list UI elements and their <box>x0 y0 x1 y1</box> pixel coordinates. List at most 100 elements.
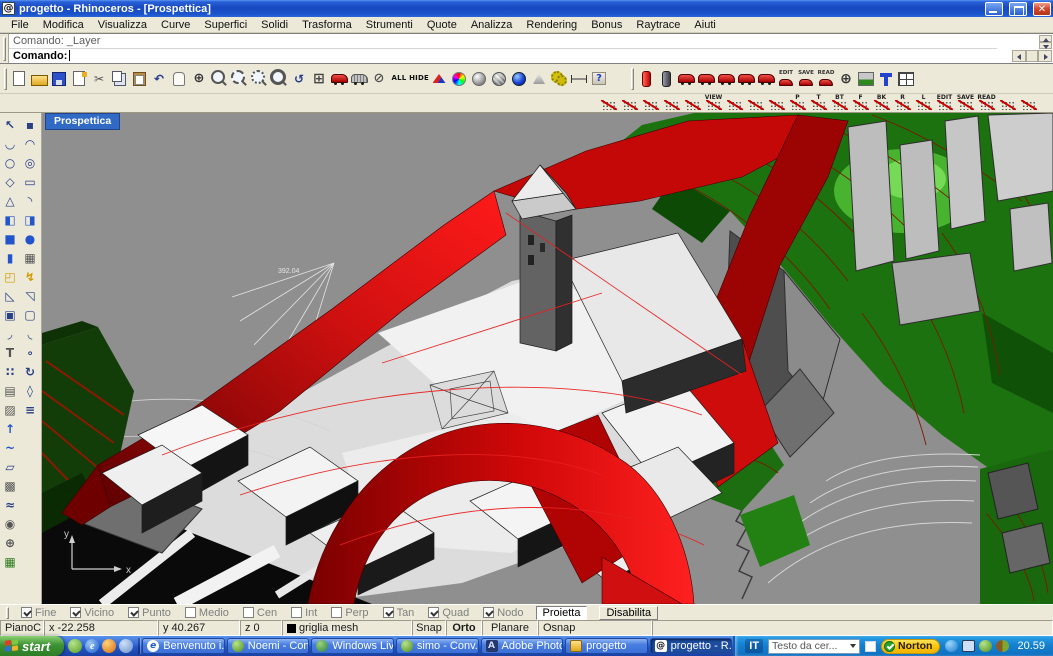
task-photoshop[interactable]: A Adobe Photo... <box>481 638 564 654</box>
rectangle-button[interactable]: ▭ <box>20 172 40 191</box>
toolbar-grip-2[interactable] <box>631 68 634 90</box>
circle-button[interactable]: ○ <box>0 153 20 172</box>
viewport-tab[interactable]: Prospettica <box>45 113 120 130</box>
osnap-toggle[interactable]: Osnap <box>538 620 652 636</box>
panel-layout-button[interactable] <box>897 70 916 88</box>
arc-button[interactable]: ◝ <box>20 191 40 210</box>
search-dropdown-icon[interactable] <box>846 640 859 653</box>
osnap-checkbox[interactable] <box>243 607 254 618</box>
mesh-r-button[interactable]: R <box>893 94 913 112</box>
curve-interp-button[interactable]: ◠ <box>20 134 40 153</box>
paste-button[interactable] <box>130 70 149 88</box>
osnap-1[interactable]: Vicino <box>70 607 114 619</box>
osnap-3[interactable]: Medio <box>185 607 229 619</box>
menu-8[interactable]: Quote <box>420 18 464 32</box>
command-scroll-down[interactable] <box>1039 42 1052 49</box>
osnap-checkbox[interactable] <box>128 607 139 618</box>
zoom-extents-button[interactable] <box>270 70 289 88</box>
copy-button[interactable] <box>110 70 129 88</box>
zoom-window-button[interactable] <box>230 70 249 88</box>
cplane-cell[interactable]: PianoC <box>0 620 44 636</box>
mesh-7-button[interactable] <box>725 94 745 112</box>
task-msn-noemi[interactable]: Noemi - Con... <box>227 638 310 654</box>
osnap-checkbox[interactable] <box>21 607 32 618</box>
osnap-checkbox[interactable] <box>331 607 342 618</box>
surface-corner-button[interactable]: ◨ <box>20 210 40 229</box>
dimension-button[interactable] <box>570 70 589 88</box>
undo-view-button[interactable]: ↺ <box>290 70 309 88</box>
mesh-pick-button[interactable] <box>1019 94 1039 112</box>
new-file-button[interactable] <box>10 70 29 88</box>
osnap-5[interactable]: Int <box>291 607 317 619</box>
menu-1[interactable]: Modifica <box>36 18 91 32</box>
layer-cell[interactable]: griglia mesh <box>282 620 412 636</box>
tray-windows-update-icon[interactable] <box>945 640 958 652</box>
explode-button[interactable]: ↯ <box>20 267 40 286</box>
layer-wedge-button[interactable] <box>430 70 449 88</box>
viewport-layout-button[interactable]: ⊞ <box>310 70 329 88</box>
mesh-bt-button[interactable]: BT <box>830 94 850 112</box>
mesh-p-button[interactable]: P <box>788 94 808 112</box>
polyline-button[interactable]: △ <box>0 191 20 210</box>
menu-9[interactable]: Analizza <box>464 18 520 32</box>
car-edit-button[interactable]: EDIT <box>777 70 796 88</box>
box-button[interactable]: ■ <box>0 229 20 248</box>
menu-2[interactable]: Visualizza <box>91 18 154 32</box>
osnap-checkbox[interactable] <box>70 607 81 618</box>
quicklaunch-media-player-icon[interactable] <box>102 639 116 653</box>
language-indicator[interactable]: IT <box>745 639 763 653</box>
polygon-button[interactable]: ◇ <box>0 172 20 191</box>
planare-toggle[interactable]: Planare <box>482 620 538 636</box>
menu-13[interactable]: Aiuti <box>687 18 722 32</box>
car-render-button[interactable] <box>330 70 349 88</box>
zoom-selection-button[interactable] <box>250 70 269 88</box>
menu-3[interactable]: Curve <box>154 18 197 32</box>
pipe-button[interactable]: ~ <box>0 438 20 457</box>
undo-button[interactable]: ↶ <box>150 70 169 88</box>
search-go-button[interactable] <box>865 641 876 652</box>
task-folder-progetto[interactable]: progetto <box>565 638 648 654</box>
osnap-checkbox[interactable] <box>428 607 439 618</box>
group-button[interactable]: ▣ <box>0 305 20 324</box>
minimize-button[interactable] <box>985 2 1003 16</box>
snap-toggle[interactable]: Snap <box>412 620 446 636</box>
quicklaunch-search-icon[interactable] <box>119 639 133 653</box>
mesh-undo-button[interactable] <box>998 94 1018 112</box>
restore-button[interactable] <box>1009 2 1027 16</box>
hide-object-button[interactable]: ▨ <box>0 400 20 419</box>
show-all-button[interactable]: ALL <box>390 70 409 88</box>
section-circle-button[interactable]: ⊘ <box>370 70 389 88</box>
close-button[interactable] <box>1033 2 1051 16</box>
tray-norton-liveupdate-icon[interactable] <box>996 640 1009 652</box>
ungroup-button[interactable]: ▢ <box>20 305 40 324</box>
planar-button[interactable]: ▱ <box>0 457 20 476</box>
disabilita-button[interactable]: Disabilita <box>599 606 658 620</box>
mesh-save-button[interactable]: SAVE <box>956 94 976 112</box>
rotate-button[interactable]: ↻ <box>20 362 40 381</box>
align-button[interactable]: ≡ <box>20 400 40 419</box>
export-file-button[interactable] <box>70 70 89 88</box>
fillet-button[interactable]: ◞ <box>0 324 20 343</box>
car-terrain-button[interactable]: ▦ <box>0 552 20 571</box>
car-save-button[interactable]: SAVE <box>797 70 816 88</box>
task-msn-simo[interactable]: simo - Conv... <box>396 638 479 654</box>
lamp-button[interactable]: ◉ <box>0 514 20 533</box>
mesh-5-button[interactable] <box>683 94 703 112</box>
chamfer-button[interactable]: ◟ <box>20 324 40 343</box>
car-2-button[interactable] <box>697 70 716 88</box>
extract-button[interactable]: ◰ <box>0 267 20 286</box>
car-1-button[interactable] <box>677 70 696 88</box>
ellipse-button[interactable]: ◎ <box>20 153 40 172</box>
mesh-l-button[interactable]: L <box>914 94 934 112</box>
menu-11[interactable]: Bonus <box>584 18 629 32</box>
select-button[interactable]: ↖ <box>0 115 20 134</box>
curve-button[interactable]: ◡ <box>0 134 20 153</box>
extrude-button[interactable]: ↑ <box>0 419 20 438</box>
plug-button[interactable] <box>877 70 896 88</box>
mesh-3-button[interactable] <box>641 94 661 112</box>
osnap-0[interactable]: Fine <box>21 607 56 619</box>
pan-view-button[interactable] <box>170 70 189 88</box>
osnap-6[interactable]: Perp <box>331 607 368 619</box>
render-blue-button[interactable] <box>510 70 529 88</box>
tray-messenger-icon[interactable] <box>979 640 992 652</box>
